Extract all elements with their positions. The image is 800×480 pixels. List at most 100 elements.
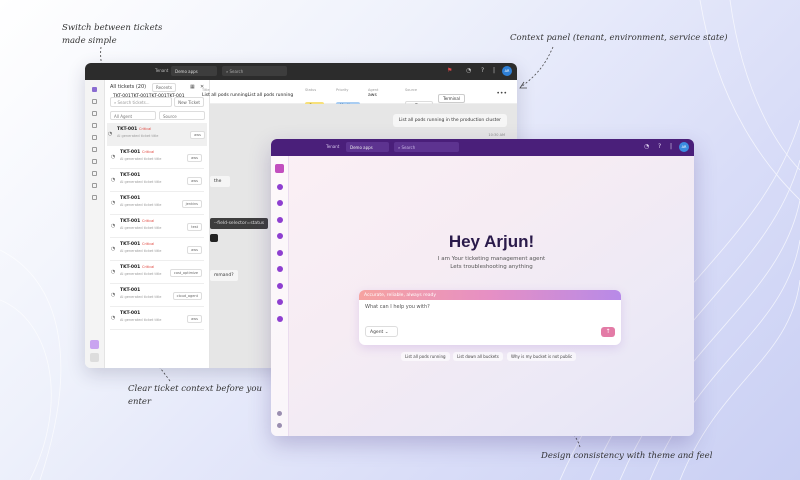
bell-icon[interactable]: ◔ [644, 143, 649, 151]
caption-clear-context: Clear ticket context before you enter [128, 383, 262, 409]
tenant-select[interactable]: Demo apps [346, 142, 389, 152]
context-panel: TKT-001TKT-001TKT-001TKT-001 Title List … [113, 80, 517, 110]
nav-refresh-icon[interactable] [276, 266, 283, 272]
ticket-id: TKT-001 [120, 242, 141, 247]
tenant-label: Tenant [326, 144, 340, 149]
suggestion-chip-1[interactable]: List all pods running [401, 352, 450, 361]
greeting-subtitle-1: I am Your ticketing management agent [437, 256, 546, 262]
avatar[interactable]: AR [502, 66, 512, 76]
ticket-id: TKT-001 [120, 219, 141, 224]
ticket-list-item[interactable]: ◔ TKT-001 Critical AI generated ticket titl… [110, 215, 204, 238]
ticket-status-icon: ◔ [111, 200, 116, 206]
ticket-subtitle: AI generated ticket title [120, 295, 162, 299]
ticket-list-item[interactable]: ◔ TKT-001 AI generated ticket title aws [110, 307, 204, 330]
chevron-down-icon: ⌄ [384, 329, 389, 335]
agent-filter[interactable]: All Agent [110, 111, 156, 120]
ticket-list-item[interactable]: ◔ TKT-001 Critical AI generated ticket titl… [110, 146, 204, 169]
nav-security-icon[interactable] [92, 135, 97, 140]
search-input[interactable]: ⌕ Search [222, 66, 287, 76]
critical-badge: Critical [142, 150, 155, 154]
caption-design-consistency: Design consistency with theme and feel [541, 451, 713, 461]
ticket-list-item[interactable]: ◔ TKT-001 AI generated ticket title aws [110, 169, 204, 192]
help-icon[interactable]: ? [481, 67, 484, 75]
source-filter[interactable]: Source [159, 111, 205, 120]
collapse-icon[interactable] [277, 423, 282, 428]
ticket-agent-tag: aws [187, 315, 202, 323]
recents-filter[interactable]: Recents [152, 83, 176, 92]
priority-key: Priority [336, 88, 349, 92]
search-placeholder: Search [229, 69, 244, 74]
nav-refresh-icon[interactable] [92, 159, 97, 164]
search-placeholder: Search [401, 145, 416, 150]
nav-tickets-icon[interactable] [276, 183, 283, 190]
nav-home-icon[interactable] [275, 164, 284, 173]
workspace-icon[interactable] [277, 411, 282, 416]
critical-badge: Critical [142, 242, 155, 246]
ticket-list: ◔ TKT-001 Critical AI generated ticket titl… [107, 123, 207, 330]
critical-badge: Critical [142, 219, 155, 223]
nav-plugins-icon[interactable] [276, 315, 283, 322]
title-value: List all pods runningList all pods runni… [202, 93, 294, 98]
message-input[interactable]: What can I help you with? [365, 304, 430, 310]
ticket-status-icon: ◔ [111, 154, 116, 160]
caption-switch-line1: Switch between tickets [62, 23, 163, 33]
flag-icon[interactable]: ⚑ [447, 67, 452, 75]
help-icon[interactable]: ? [658, 143, 661, 151]
nav-users-icon[interactable] [92, 183, 97, 188]
avatar[interactable]: AR [679, 142, 689, 152]
side-rail [85, 80, 105, 368]
ticket-list-item[interactable]: ◔ TKT-001 Critical AI generated ticket titl… [107, 123, 207, 146]
nav-cloud-icon[interactable] [276, 216, 283, 223]
search-input[interactable]: ⌕ Search [394, 142, 459, 152]
nav-security-icon[interactable] [276, 233, 283, 239]
ticket-id-line: TKT-001TKT-001TKT-001TKT-001 [113, 94, 185, 99]
bell-icon[interactable]: ◔ [466, 67, 471, 75]
ticket-list-panel: All tickets (20) Recents ▦ ✕ ⌕ Search ti… [105, 80, 210, 368]
title-key: Title [202, 88, 210, 92]
arrow-context [519, 46, 554, 89]
nav-settings-icon[interactable] [276, 282, 283, 289]
nav-users-icon[interactable] [276, 299, 283, 305]
workspace-icon[interactable] [90, 340, 99, 349]
nav-tickets-icon[interactable] [92, 99, 97, 104]
nav-metrics-icon[interactable] [276, 249, 283, 256]
tenant-select[interactable]: Demo apps [171, 66, 217, 76]
nav-agents-icon[interactable] [276, 200, 283, 206]
nav-cloud-icon[interactable] [92, 123, 97, 128]
ticket-subtitle: AI generated ticket title [117, 134, 159, 138]
ticket-agent-tag: aws [187, 154, 202, 162]
message-time: 10:30 AM [488, 133, 505, 137]
nav-metrics-icon[interactable] [92, 147, 97, 152]
tenant-label: Tenant [155, 68, 169, 73]
ticket-list-item[interactable]: ◔ TKT-001 Critical AI generated ticket titl… [110, 261, 204, 284]
ticket-list-item[interactable]: ◔ TKT-001 AI generated ticket title cloud_a… [110, 284, 204, 307]
ticket-status-icon: ◔ [111, 315, 116, 321]
suggestion-chip-3[interactable]: Why is my bucket is not public [507, 352, 577, 361]
terminal-button[interactable]: Terminal [438, 94, 465, 103]
nav-plugins-icon[interactable] [92, 195, 97, 200]
ticket-list-item[interactable]: ◔ TKT-001 Critical AI generated ticket titl… [110, 238, 204, 261]
nav-home-icon[interactable] [92, 87, 97, 92]
nav-settings-icon[interactable] [92, 171, 97, 176]
side-rail [271, 156, 289, 436]
agent-select[interactable]: Agent ⌄ [365, 326, 398, 337]
nav-agents-icon[interactable] [92, 111, 97, 116]
ticket-list-item[interactable]: ◔ TKT-001 AI generated ticket title jenkins [110, 192, 204, 215]
list-view-icon[interactable]: ▦ [190, 84, 195, 90]
composer-tagline: Accurate, reliable, always ready [359, 290, 621, 300]
ticket-agent-tag: test [187, 223, 202, 231]
suggestion-chip-2[interactable]: List down all buckets [453, 352, 503, 361]
ticket-agent-tag: jenkins [181, 200, 202, 208]
code-cursor [210, 234, 218, 242]
send-button[interactable]: ↑ [601, 327, 615, 337]
greeting-subtitle-2: Lets troubleshooting anything [450, 264, 533, 270]
assistant-fragment-1: the [210, 176, 230, 187]
ticket-agent-tag: aws [187, 246, 202, 254]
code-fragment: --field-selector=status [210, 218, 269, 229]
more-options-icon[interactable]: ••• [496, 90, 507, 97]
collapse-icon[interactable] [90, 353, 99, 362]
top-bar: Tenant Demo apps ⌕ Search ◔ ? | AR [271, 139, 694, 156]
ticket-app-window-purple: Tenant Demo apps ⌕ Search ◔ ? | AR Hey A… [271, 139, 694, 436]
ticket-subtitle: AI generated ticket title [120, 203, 162, 207]
ticket-id: TKT-001 [120, 311, 141, 316]
